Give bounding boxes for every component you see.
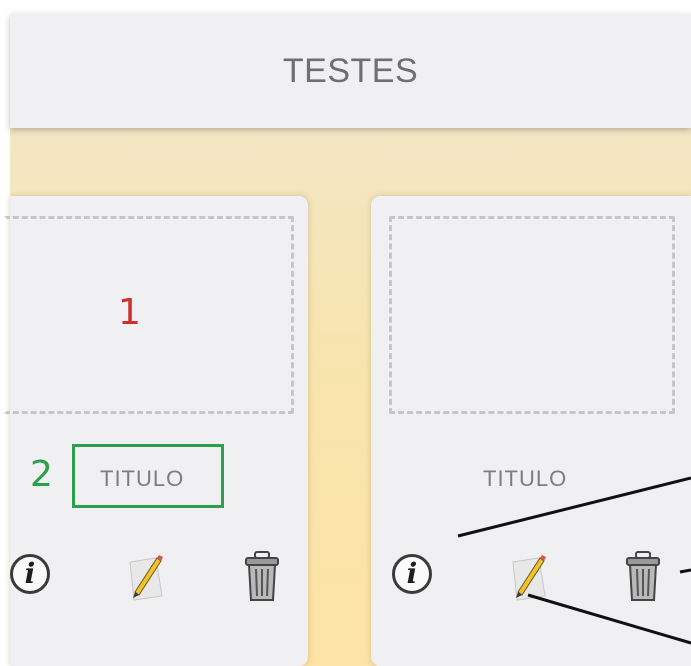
annotation-lines (457, 476, 691, 645)
annotation-line (679, 568, 691, 574)
annotation-line (457, 476, 691, 538)
annotation-line (527, 593, 691, 645)
